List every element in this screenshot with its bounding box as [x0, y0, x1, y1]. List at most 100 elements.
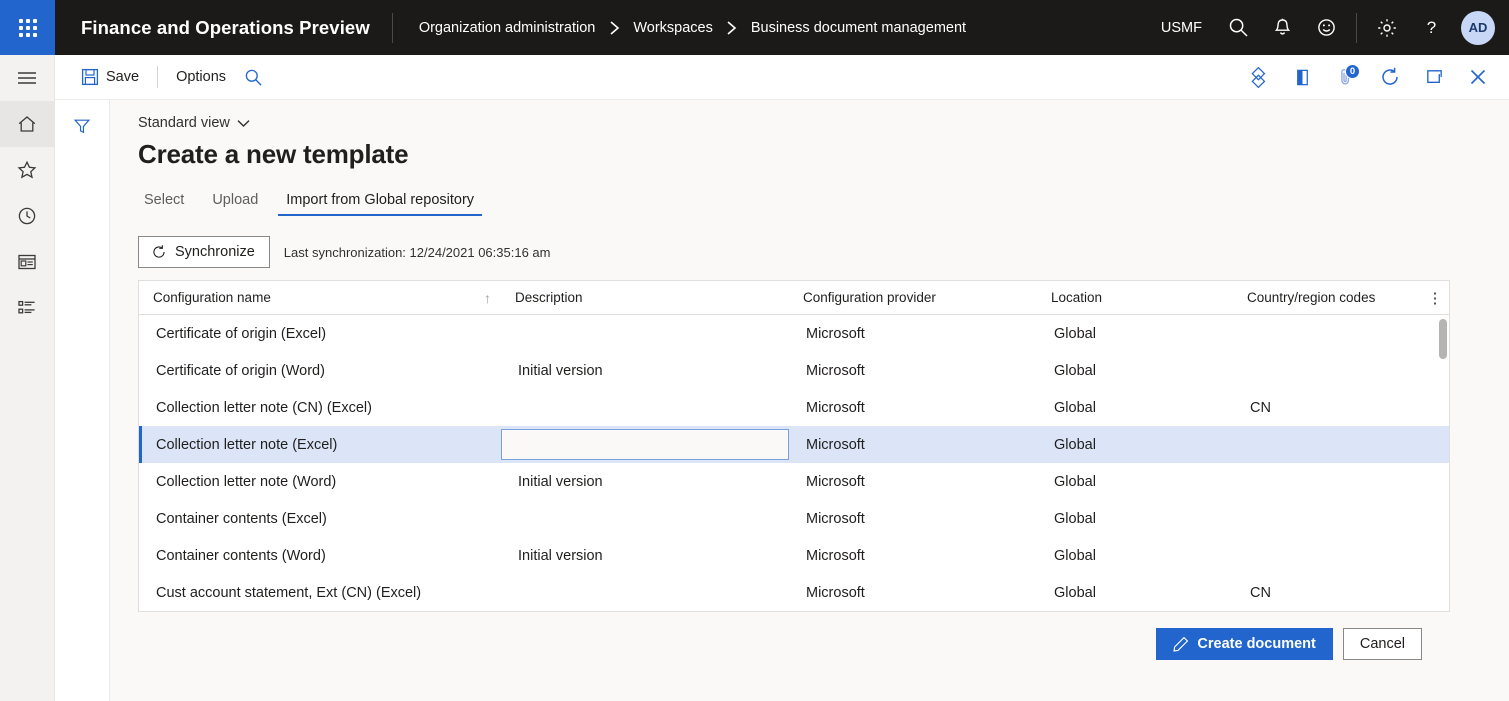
more-vertical-icon[interactable]: ⋮ [1421, 281, 1449, 315]
cell-country-region-codes[interactable] [1236, 352, 1449, 389]
cell-configuration-provider[interactable]: Microsoft [792, 537, 1040, 574]
open-in-new-window-icon[interactable] [1415, 58, 1453, 96]
cell-configuration-name[interactable]: Collection letter note (Excel) [142, 426, 504, 463]
cell-location[interactable]: Global [1040, 463, 1236, 500]
cell-country-region-codes[interactable]: CN [1236, 389, 1449, 426]
page-title: Create a new template [138, 139, 1509, 170]
cell-configuration-provider[interactable]: Microsoft [792, 315, 1040, 352]
cell-configuration-provider[interactable]: Microsoft [792, 389, 1040, 426]
search-icon[interactable] [1216, 0, 1260, 55]
cell-configuration-name[interactable]: Container contents (Word) [142, 537, 504, 574]
table-row[interactable]: Cust account statement, Ext (CN) (Excel)… [139, 574, 1449, 611]
sidebar-item-modules[interactable] [0, 285, 55, 331]
cell-country-region-codes[interactable] [1236, 315, 1449, 352]
sort-ascending-icon: ↑ [484, 290, 501, 306]
cell-configuration-provider[interactable]: Microsoft [792, 463, 1040, 500]
options-button[interactable]: Options [166, 60, 236, 94]
table-row[interactable]: Certificate of origin (Excel) MicrosoftGl… [139, 315, 1449, 352]
avatar[interactable]: AD [1461, 11, 1495, 45]
cell-configuration-provider[interactable]: Microsoft [792, 574, 1040, 611]
company-selector[interactable]: USMF [1147, 0, 1216, 55]
column-header-location[interactable]: Location [1037, 281, 1233, 314]
save-button[interactable]: Save [71, 60, 149, 94]
breadcrumb-item-organization-administration[interactable]: Organization administration [417, 20, 598, 36]
refresh-icon[interactable] [1371, 58, 1409, 96]
cell-country-region-codes[interactable] [1236, 463, 1449, 500]
cell-configuration-provider[interactable]: Microsoft [792, 352, 1040, 389]
cell-configuration-name[interactable]: Container contents (Excel) [142, 500, 504, 537]
cell-configuration-name[interactable]: Certificate of origin (Word) [142, 352, 504, 389]
description-edit-input[interactable] [501, 429, 789, 460]
tab-select[interactable]: Select [138, 186, 198, 216]
cell-country-region-codes[interactable] [1236, 500, 1449, 537]
table-row[interactable]: Collection letter note (CN) (Excel) Micro… [139, 389, 1449, 426]
grid-scrollbar-thumb[interactable] [1439, 319, 1447, 359]
cell-configuration-name[interactable]: Collection letter note (Word) [142, 463, 504, 500]
column-header-configuration-provider[interactable]: Configuration provider [789, 281, 1037, 314]
cell-country-region-codes[interactable] [1236, 537, 1449, 574]
sidebar-item-recent[interactable] [0, 193, 55, 239]
cell-location[interactable]: Global [1040, 574, 1236, 611]
search-icon[interactable] [236, 60, 271, 94]
cell-location[interactable]: Global [1040, 500, 1236, 537]
cell-description[interactable]: Initial version [504, 537, 792, 574]
cell-country-region-codes[interactable]: CN [1236, 574, 1449, 611]
cell-configuration-name[interactable]: Cust account statement, Ext (CN) (Excel) [142, 574, 504, 611]
table-row[interactable]: Collection letter note (Excel) MicrosoftG… [139, 426, 1449, 463]
nav-divider [1356, 13, 1357, 43]
view-selector[interactable]: Standard view [138, 115, 250, 131]
sidebar-item-favorites[interactable] [0, 147, 55, 193]
create-document-button[interactable]: Create document [1156, 628, 1332, 660]
column-header-country-region-codes[interactable]: Country/region codes ⋮ [1233, 281, 1449, 314]
main-column: Save Options [55, 55, 1509, 701]
gear-icon[interactable] [1365, 0, 1409, 55]
cell-country-region-codes[interactable] [1236, 426, 1449, 463]
cell-configuration-provider[interactable]: Microsoft [792, 500, 1040, 537]
feedback-smiley-icon[interactable] [1304, 0, 1348, 55]
cell-location[interactable]: Global [1040, 426, 1236, 463]
table-row[interactable]: Container contents (Excel) MicrosoftGloba… [139, 500, 1449, 537]
cell-description[interactable]: Initial version [504, 463, 792, 500]
cell-description[interactable] [504, 315, 792, 352]
attachments-icon[interactable]: 0 [1327, 58, 1365, 96]
grid-vertical-scrollbar[interactable] [1439, 315, 1447, 611]
cell-configuration-provider[interactable]: Microsoft [792, 426, 1040, 463]
cell-location[interactable]: Global [1040, 315, 1236, 352]
personalize-icon[interactable] [1239, 58, 1277, 96]
tab-upload[interactable]: Upload [198, 186, 272, 216]
breadcrumb-item-business-document-management[interactable]: Business document management [749, 20, 968, 36]
synchronize-button[interactable]: Synchronize [138, 236, 270, 268]
cell-description[interactable]: Initial version [504, 352, 792, 389]
filter-funnel-icon[interactable] [64, 109, 100, 143]
chevron-right-icon [715, 20, 749, 36]
tab-import-from-global-repository[interactable]: Import from Global repository [272, 186, 488, 216]
app-launcher-button[interactable] [0, 0, 55, 55]
breadcrumb-item-workspaces[interactable]: Workspaces [631, 20, 715, 36]
cell-configuration-name[interactable]: Collection letter note (CN) (Excel) [142, 389, 504, 426]
sidebar-item-home[interactable] [0, 101, 55, 147]
cell-description[interactable] [504, 389, 792, 426]
cancel-button[interactable]: Cancel [1343, 628, 1422, 660]
synchronize-row: Synchronize Last synchronization: 12/24/… [138, 236, 1509, 268]
table-row[interactable]: Container contents (Word)Initial version… [139, 537, 1449, 574]
last-synchronization-text: Last synchronization: 12/24/2021 06:35:1… [284, 245, 551, 260]
share-icon[interactable] [1283, 58, 1321, 96]
cell-description[interactable] [504, 574, 792, 611]
tab-select-label: Select [144, 192, 184, 208]
cell-location[interactable]: Global [1040, 352, 1236, 389]
bell-icon[interactable] [1260, 0, 1304, 55]
hamburger-menu-icon[interactable] [0, 55, 55, 101]
cell-configuration-name[interactable]: Certificate of origin (Excel) [142, 315, 504, 352]
column-header-configuration-name[interactable]: Configuration name ↑ [139, 281, 501, 314]
table-row[interactable]: Collection letter note (Word)Initial ver… [139, 463, 1449, 500]
cell-location[interactable]: Global [1040, 537, 1236, 574]
column-header-description[interactable]: Description [501, 281, 789, 314]
synchronize-label: Synchronize [175, 244, 255, 260]
close-icon[interactable] [1459, 58, 1497, 96]
sidebar-item-workspaces[interactable] [0, 239, 55, 285]
help-question-icon[interactable]: ? [1409, 0, 1453, 55]
table-row[interactable]: Certificate of origin (Word)Initial vers… [139, 352, 1449, 389]
cell-description[interactable] [504, 500, 792, 537]
column-header-configuration-provider-label: Configuration provider [803, 290, 936, 305]
cell-location[interactable]: Global [1040, 389, 1236, 426]
